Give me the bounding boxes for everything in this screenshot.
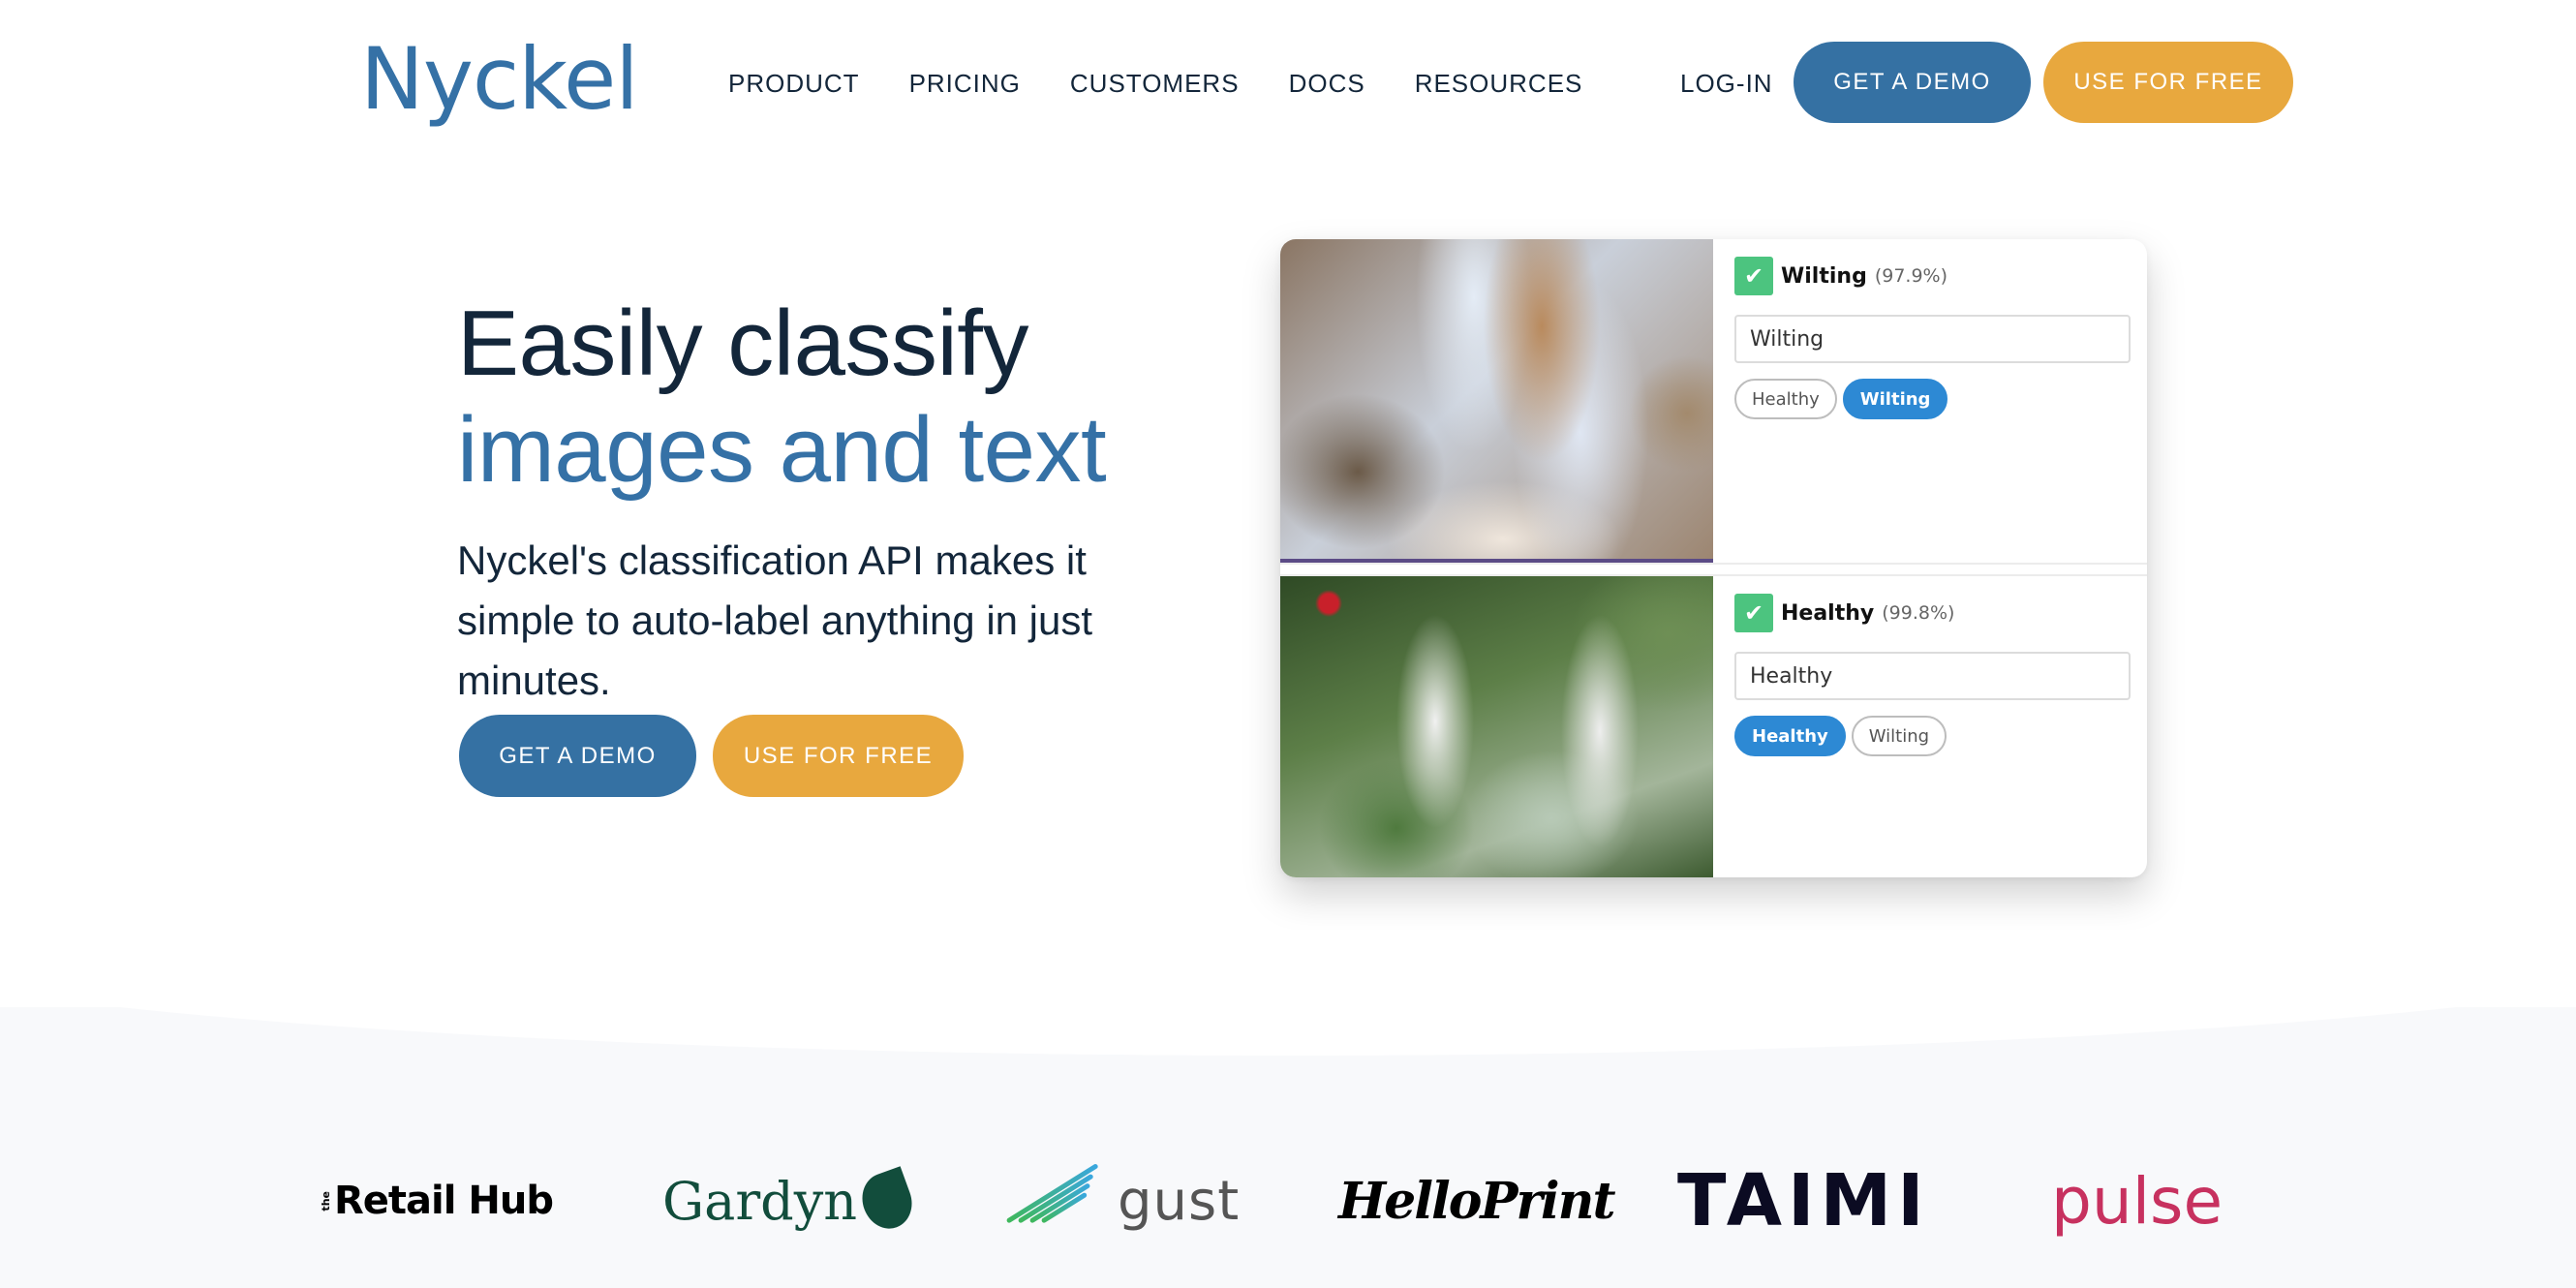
- hero-title-line1: Easily classify: [457, 291, 1028, 395]
- nav-use-for-free-button[interactable]: USE FOR FREE: [2043, 42, 2293, 123]
- prediction-label: Wilting: [1781, 263, 1867, 289]
- logo-helloprint-text: HelloPrint: [1338, 1171, 1615, 1231]
- nav-link-resources[interactable]: RESOURCES: [1415, 64, 1583, 103]
- login-link[interactable]: LOG-IN: [1680, 64, 1773, 103]
- nav-links: PRODUCT PRICING CUSTOMERS DOCS RESOURCES: [728, 64, 1632, 103]
- hero-get-demo-button[interactable]: GET A DEMO: [459, 715, 696, 797]
- prediction-confidence: (97.9%): [1874, 265, 1948, 287]
- nav-get-demo-button[interactable]: GET A DEMO: [1794, 42, 2031, 123]
- chip-healthy[interactable]: Healthy: [1734, 716, 1846, 756]
- prediction-result: ✔ Wilting (97.9%): [1734, 257, 2131, 295]
- prediction-confidence: (99.8%): [1882, 602, 1955, 624]
- row-divider: [1280, 563, 2147, 576]
- prediction-result: ✔ Healthy (99.8%): [1734, 594, 2131, 632]
- logo-pulse: pulse: [2051, 1162, 2223, 1240]
- logo-retail-hub-text: Retail Hub: [334, 1179, 554, 1223]
- wilting-plant-image: [1280, 239, 1713, 563]
- label-input[interactable]: [1734, 652, 2131, 700]
- label-chips: Healthy Wilting: [1734, 379, 2131, 419]
- demo-row-wilting: ✔ Wilting (97.9%) Healthy Wilting: [1280, 239, 2147, 563]
- swoosh-icon: [1003, 1163, 1110, 1225]
- chip-wilting[interactable]: Wilting: [1851, 716, 1947, 756]
- check-icon: ✔: [1734, 594, 1773, 632]
- check-icon: ✔: [1734, 257, 1773, 295]
- top-nav: Nyckel PRODUCT PRICING CUSTOMERS DOCS RE…: [0, 0, 2576, 165]
- logo-helloprint: HelloPrint: [1338, 1162, 1615, 1240]
- chip-healthy[interactable]: Healthy: [1734, 379, 1837, 419]
- demo-row-healthy: ✔ Healthy (99.8%) Healthy Wilting: [1280, 576, 2147, 877]
- logo-retail-hub: the Retail Hub: [320, 1162, 554, 1240]
- hero-subtitle: Nyckel's classification API makes it sim…: [457, 537, 1093, 703]
- label-input[interactable]: [1734, 315, 2131, 363]
- logo-gardyn: Gardyn: [662, 1162, 920, 1240]
- logo-gust-text: gust: [1118, 1169, 1241, 1233]
- classification-demo-card: ✔ Wilting (97.9%) Healthy Wilting ✔ Heal…: [1280, 239, 2147, 877]
- logo-taimi: TAIMI: [1677, 1159, 1930, 1242]
- hero-title-line2: images and text: [457, 398, 1107, 502]
- nav-link-customers[interactable]: CUSTOMERS: [1070, 64, 1240, 103]
- hero-title: Easily classify images and text: [457, 291, 1107, 504]
- hero-use-for-free-button[interactable]: USE FOR FREE: [713, 715, 964, 797]
- prediction-label: Healthy: [1781, 600, 1875, 626]
- logo-taimi-text: TAIMI: [1677, 1159, 1930, 1242]
- leaf-icon: [854, 1166, 920, 1236]
- nav-link-product[interactable]: PRODUCT: [728, 64, 860, 103]
- logo-gardyn-text: Gardyn: [662, 1170, 857, 1232]
- label-chips: Healthy Wilting: [1734, 716, 2131, 756]
- nav-link-pricing[interactable]: PRICING: [909, 64, 1021, 103]
- logo-retail-hub-prefix: the: [320, 1190, 332, 1211]
- brand-logo[interactable]: Nyckel: [360, 29, 639, 130]
- chip-wilting[interactable]: Wilting: [1842, 379, 1948, 419]
- logo-gust: gust: [1003, 1162, 1240, 1240]
- logo-pulse-text: pulse: [2051, 1163, 2223, 1239]
- prediction-panel: ✔ Healthy (99.8%) Healthy Wilting: [1713, 576, 2147, 877]
- prediction-panel: ✔ Wilting (97.9%) Healthy Wilting: [1713, 239, 2147, 563]
- nav-link-docs[interactable]: DOCS: [1289, 64, 1365, 103]
- healthy-plant-image: [1280, 576, 1713, 877]
